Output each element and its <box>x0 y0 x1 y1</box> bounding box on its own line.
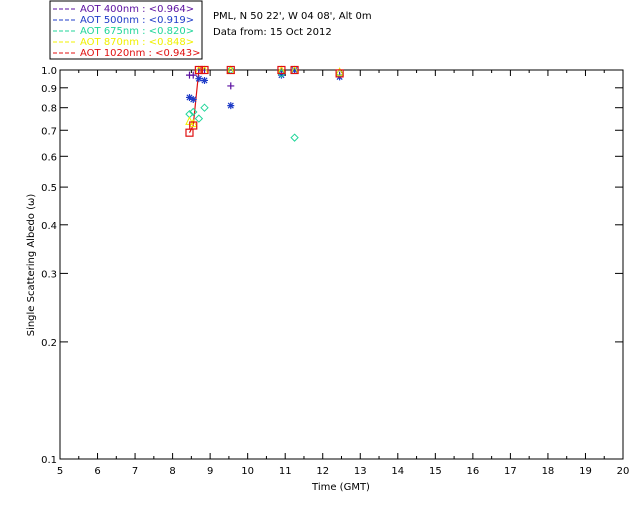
data-point-400nm <box>227 82 235 90</box>
y-tick-label: 0.7 <box>41 126 57 137</box>
x-tick-label: 19 <box>579 466 592 477</box>
x-tick-label: 9 <box>207 466 213 477</box>
x-tick-label: 7 <box>132 466 138 477</box>
x-axis-label: Time (GMT) <box>311 482 370 493</box>
x-tick-label: 6 <box>94 466 100 477</box>
y-tick-label: 1.0 <box>41 66 57 77</box>
y-tick-label: 0.8 <box>41 104 57 115</box>
albedo-chart: AOT 400nm : <0.964>AOT 500nm : <0.919>AO… <box>26 0 630 493</box>
legend-label-870nm: AOT 870nm : <0.848> <box>80 37 194 48</box>
plot-marks <box>185 65 344 142</box>
y-tick-label: 0.4 <box>41 221 57 232</box>
x-tick-label: 20 <box>617 466 630 477</box>
legend: AOT 400nm : <0.964>AOT 500nm : <0.919>AO… <box>49 0 203 60</box>
legend-label-675nm: AOT 675nm : <0.820> <box>80 26 194 37</box>
y-tick-label: 0.5 <box>41 183 57 194</box>
x-tick-label: 11 <box>279 466 292 477</box>
y-tick-label: 0.3 <box>41 269 57 280</box>
data-point-675nm <box>194 114 204 123</box>
x-tick-label: 8 <box>169 466 175 477</box>
data-point-500nm <box>189 95 197 103</box>
date-text: Data from: 15 Oct 2012 <box>213 27 332 38</box>
x-tick-label: 10 <box>241 466 254 477</box>
data-point-500nm <box>195 75 203 83</box>
x-tick-label: 13 <box>354 466 367 477</box>
y-tick-label: 0.9 <box>41 84 57 95</box>
data-point-500nm <box>201 76 209 84</box>
y-tick-label: 0.2 <box>41 338 57 349</box>
data-point-675nm <box>200 103 209 112</box>
x-tick-label: 5 <box>57 466 63 477</box>
y-tick-label: 0.6 <box>41 152 57 163</box>
legend-label-400nm: AOT 400nm : <0.964> <box>80 4 194 15</box>
y-tick-label: 0.1 <box>41 455 57 466</box>
x-tick-label: 16 <box>466 466 479 477</box>
data-point-675nm <box>290 133 299 142</box>
x-tick-label: 18 <box>542 466 555 477</box>
x-axis: 5 6 7 8 9 10 11 12 13 14 15 16 17 18 19 20 <box>57 70 630 477</box>
location-text: PML, N 50 22', W 04 08', Alt 0m <box>213 11 372 22</box>
x-tick-label: 17 <box>504 466 517 477</box>
x-tick-label: 14 <box>391 466 404 477</box>
data-point-500nm <box>227 102 235 110</box>
plot-frame <box>59 69 624 460</box>
y-axis-label: Single Scattering Albedo (ω) <box>26 194 37 337</box>
x-tick-label: 15 <box>429 466 442 477</box>
legend-label-500nm: AOT 500nm : <0.919> <box>80 15 194 26</box>
legend-label-1020nm: AOT 1020nm : <0.943> <box>80 48 200 59</box>
y-axis: 0.1 0.2 0.3 0.4 0.5 0.6 0.7 0.8 0.9 1.0 <box>41 66 623 466</box>
x-tick-label: 12 <box>316 466 329 477</box>
